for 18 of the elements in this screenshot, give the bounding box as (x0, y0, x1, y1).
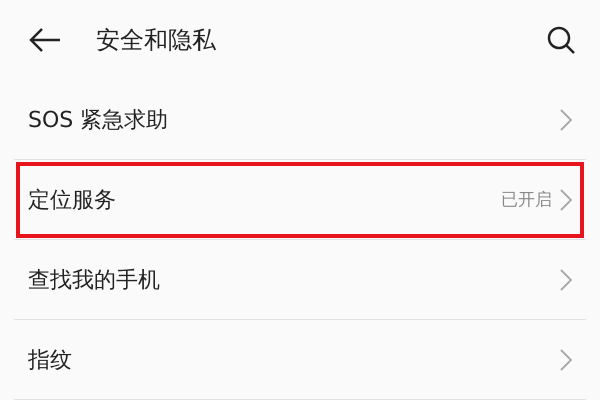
highlighted-settings-row[interactable]: 定位服务 已开启 (14, 160, 586, 240)
row-label: 查找我的手机 (28, 266, 161, 294)
chevron-icon (560, 268, 572, 290)
settings-row[interactable]: 指纹 (14, 320, 586, 400)
row-label: SOS 紧急求助 (28, 106, 170, 134)
back-button[interactable] (28, 27, 62, 53)
row-status: 已开启 (501, 189, 552, 211)
chevron-icon (560, 348, 572, 370)
back-icon (28, 27, 62, 53)
chevron-icon (560, 108, 572, 130)
page-title: 安全和隐私 (96, 25, 217, 56)
settings-row[interactable]: SOS 紧急求助 (14, 80, 586, 160)
row-label: 指纹 (28, 346, 73, 374)
search-button[interactable] (546, 25, 576, 55)
row-label: 定位服务 (28, 186, 117, 214)
search-icon (546, 25, 576, 55)
settings-row[interactable]: 查找我的手机 (14, 240, 586, 320)
chevron-icon (560, 188, 572, 210)
